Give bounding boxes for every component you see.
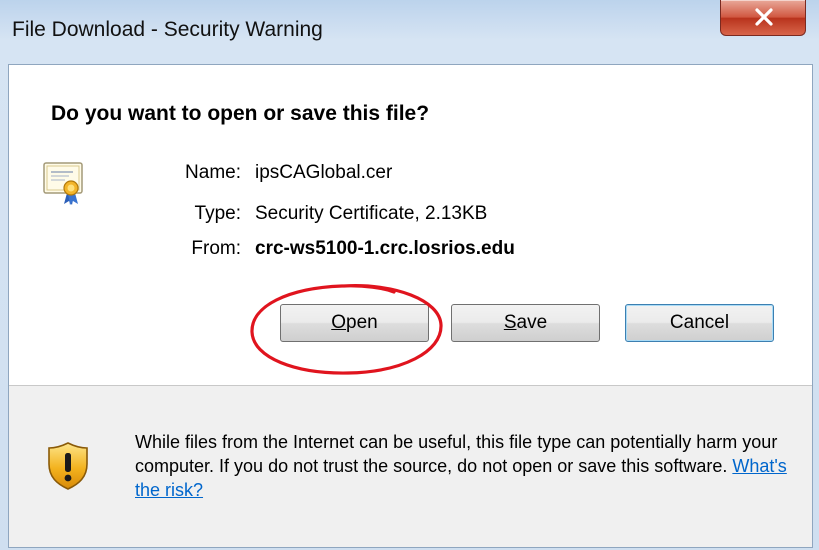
- dialog-heading: Do you want to open or save this file?: [51, 102, 430, 125]
- save-access-key: S: [503, 312, 517, 333]
- close-button[interactable]: [720, 0, 806, 36]
- warning-section: While files from the Internet can be use…: [9, 386, 812, 547]
- certificate-icon: [43, 162, 83, 205]
- file-type-value: Security Certificate, 2.13KB: [255, 203, 488, 224]
- file-source-value: crc-ws5100-1.crc.losrios.edu: [255, 238, 515, 259]
- cancel-button[interactable]: Cancel: [625, 304, 774, 342]
- warning-message: While files from the Internet can be use…: [135, 430, 805, 502]
- file-name-value: ipsCAGlobal.cer: [255, 162, 393, 183]
- highlight-ring: [250, 284, 443, 375]
- shield-warning-icon: [48, 442, 88, 490]
- name-label: Name:: [185, 162, 241, 183]
- security-warning-dialog: File Download - Security Warning Do you …: [0, 0, 819, 550]
- type-label: Type:: [194, 203, 241, 224]
- dialog-body: Do you want to open or save this file? N…: [8, 64, 813, 548]
- warning-text: While files from the Internet can be use…: [135, 432, 778, 476]
- title-bar[interactable]: File Download - Security Warning: [0, 0, 819, 62]
- window-title: File Download - Security Warning: [12, 18, 323, 41]
- save-button[interactable]: Save: [451, 304, 600, 342]
- close-icon: [755, 8, 773, 26]
- save-button-label: ave: [516, 312, 548, 333]
- from-label: From:: [191, 238, 241, 259]
